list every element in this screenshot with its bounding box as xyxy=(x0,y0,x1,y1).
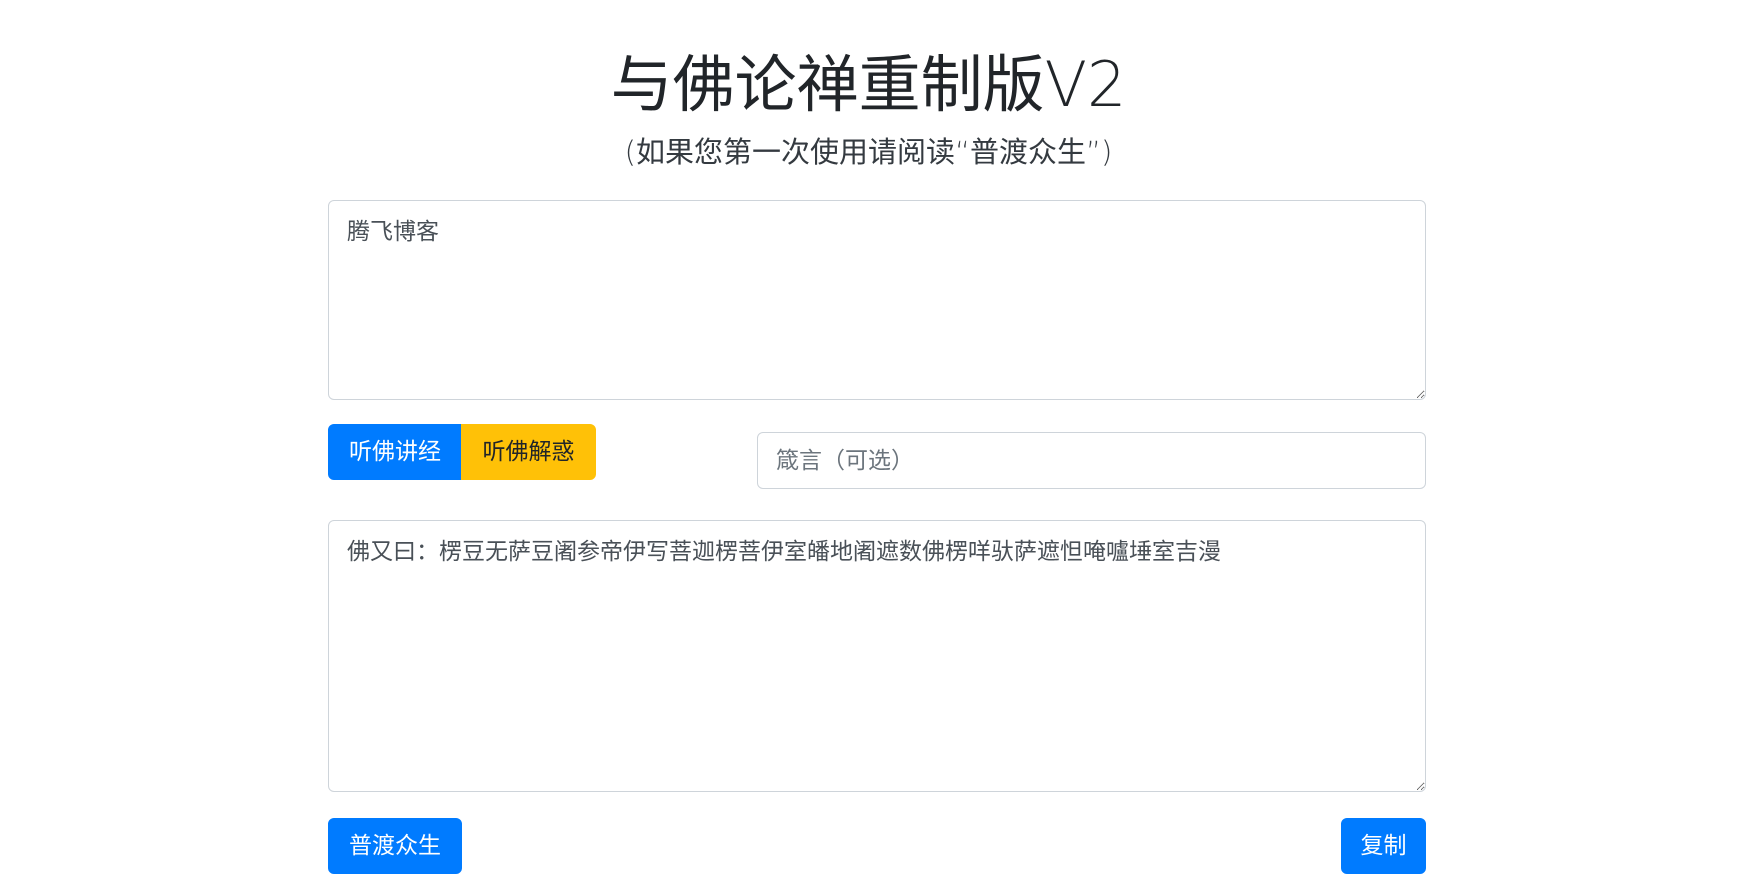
plaintext-input[interactable]: 腾飞博客 xyxy=(328,200,1426,400)
help-button[interactable]: 普渡众生 xyxy=(328,818,462,874)
decode-button[interactable]: 听佛解惑 xyxy=(461,424,596,480)
page-title: 与佛论禅重制版V2 xyxy=(610,48,1127,121)
page: 与佛论禅重制版V2 (如果您第一次使用请阅读“普渡众生”) 腾飞博客 听佛讲经 … xyxy=(0,0,1737,883)
ciphertext-output[interactable]: 佛又曰：楞豆无萨豆阇参帝伊写菩迦楞菩伊室皤地阇遮数佛楞咩驮萨遮怛唵嚧埵室吉漫 xyxy=(328,520,1426,792)
key-input[interactable] xyxy=(757,432,1426,489)
copy-button[interactable]: 复制 xyxy=(1341,818,1426,874)
page-subtitle: (如果您第一次使用请阅读“普渡众生”) xyxy=(624,135,1113,169)
encode-button[interactable]: 听佛讲经 xyxy=(328,424,462,480)
